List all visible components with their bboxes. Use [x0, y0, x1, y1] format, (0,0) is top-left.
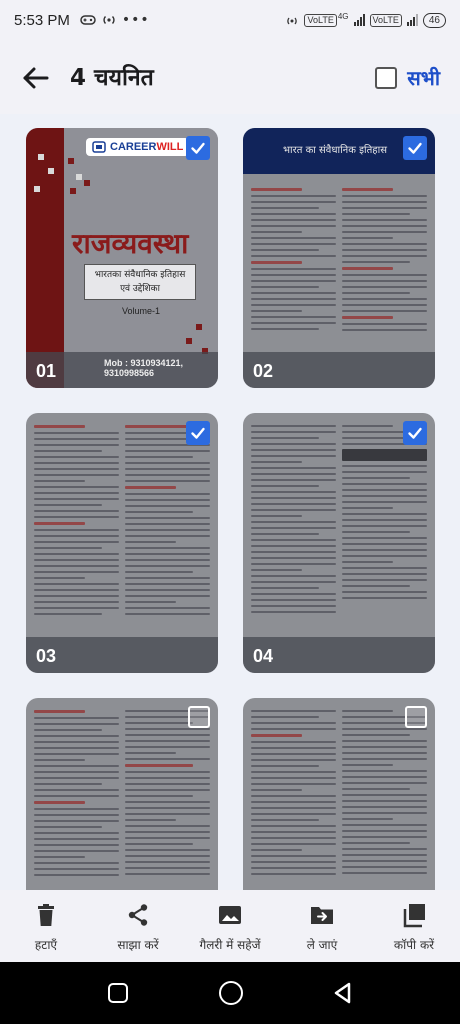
bottom-action-bar: हटाएँ साझा करें गैलरी में सहेजें ले जाएं…	[0, 890, 460, 962]
copy-icon	[403, 904, 425, 928]
hotspot-icon	[103, 16, 115, 24]
checkmark-icon	[191, 427, 205, 439]
select-all-toggle[interactable]: सभी	[375, 64, 440, 91]
cover-subtitle-line1: भारतका संवैधानिक इतिहास	[94, 270, 186, 280]
system-navigation-bar	[0, 962, 460, 1024]
hotspot-signal-icon	[287, 17, 298, 25]
page-text-lines	[26, 413, 218, 673]
unselected-checkbox[interactable]	[188, 706, 210, 728]
page-thumbnail-2[interactable]: भारत का संवैधानिक इतिहास 02	[243, 128, 435, 388]
more-dots-icon: •••	[121, 12, 150, 28]
share-button[interactable]: साझा करें	[92, 890, 184, 962]
move-button[interactable]: ले जाएं	[276, 890, 368, 962]
copy-button[interactable]: कॉपी करें	[368, 890, 460, 962]
sim2-signal-icon	[406, 14, 418, 26]
save-to-gallery-label: गैलरी में सहेजें	[199, 938, 261, 952]
page-thumbnail-6[interactable]	[243, 698, 435, 890]
cover-decor-square	[76, 174, 82, 180]
selection-count-title: 4 चयनित	[70, 65, 154, 91]
home-button[interactable]	[219, 981, 243, 1005]
page-thumbnail-3[interactable]: 03	[26, 413, 218, 673]
page-thumbnail-4[interactable]: 04	[243, 413, 435, 673]
cover-decor-square	[196, 324, 202, 330]
battery-indicator: 46	[422, 12, 446, 28]
status-notification-icons: •••	[80, 12, 150, 28]
trash-icon	[38, 904, 54, 926]
cover-decor-square	[48, 168, 54, 174]
nav-back-icon[interactable]	[331, 981, 355, 1005]
share-label: साझा करें	[117, 938, 159, 952]
cover-mobile-number: Mob : 9310934121, 9310998566	[104, 358, 184, 378]
page-thumbnail-5[interactable]	[26, 698, 218, 890]
page-thumbnail-1[interactable]: CAREER WILL राजव्यवस्था भारतका संवैधानिक …	[26, 128, 218, 388]
page-number: 03	[36, 646, 57, 666]
cover-decor-square	[68, 158, 74, 164]
select-all-checkbox[interactable]	[375, 66, 398, 89]
status-time: 5:53 PM	[14, 11, 70, 29]
cover-decor-square	[70, 188, 76, 194]
unselected-checkbox[interactable]	[405, 706, 427, 728]
page-thumbnail-grid: CAREER WILL राजव्यवस्था भारतका संवैधानिक …	[0, 114, 460, 890]
selected-checkbox[interactable]	[186, 421, 210, 445]
move-folder-icon	[311, 907, 333, 924]
selection-header: 4 चयनित सभी	[0, 40, 460, 114]
status-right: VoLTE 4G VoLTE 46	[285, 11, 446, 28]
cover-side-band	[26, 128, 64, 388]
cover-decor-square	[186, 338, 192, 344]
delete-label: हटाएँ	[34, 938, 58, 952]
careerwill-logo: CAREER WILL	[86, 138, 190, 156]
sim1-signal-icon	[353, 14, 365, 26]
gallery-icon	[219, 906, 241, 924]
page-number: 04	[253, 646, 274, 666]
cover-subtitle-line2: एवं उद्देशिका	[120, 284, 160, 294]
selected-checkbox[interactable]	[403, 136, 427, 160]
status-bar: 5:53 PM ••• VoLTE 4G VoLTE 46	[0, 0, 460, 40]
checkmark-icon	[191, 142, 205, 154]
sim1-network-label: 4G	[337, 11, 349, 21]
copy-label: कॉपी करें	[393, 938, 435, 952]
recents-button[interactable]	[108, 983, 128, 1003]
checkmark-icon	[408, 142, 422, 154]
share-icon	[128, 904, 148, 926]
selected-checkbox[interactable]	[186, 136, 210, 160]
selected-checkbox[interactable]	[403, 421, 427, 445]
delete-button[interactable]: हटाएँ	[0, 890, 92, 962]
page-text-lines	[243, 413, 435, 673]
save-to-gallery-button[interactable]: गैलरी में सहेजें	[184, 890, 276, 962]
careerwill-logo-part1: CAREER	[110, 141, 157, 153]
cover-volume: Volume-1	[122, 306, 161, 316]
page-header-title: भारत का संवैधानिक इतिहास	[283, 145, 387, 156]
move-label: ले जाएं	[306, 938, 338, 952]
checkmark-icon	[408, 427, 422, 439]
careerwill-logo-icon	[92, 141, 106, 153]
gamepad-icon	[80, 15, 96, 25]
cover-title: राजव्यवस्था	[72, 227, 189, 260]
page-number: 02	[253, 361, 274, 381]
cover-subtitle-box: भारतका संवैधानिक इतिहास एवं उद्देशिका	[84, 264, 196, 300]
careerwill-logo-part2: WILL	[156, 141, 184, 153]
sim2-volte-badge: VoLTE	[369, 13, 402, 27]
back-arrow-icon[interactable]	[20, 62, 52, 94]
cover-decor-square	[84, 180, 90, 186]
cover-decor-square	[38, 154, 44, 160]
cover-decor-square	[34, 186, 40, 192]
sim1-volte-badge: VoLTE	[304, 13, 337, 27]
select-all-label[interactable]: सभी	[407, 64, 440, 91]
page-number: 01	[36, 361, 57, 381]
